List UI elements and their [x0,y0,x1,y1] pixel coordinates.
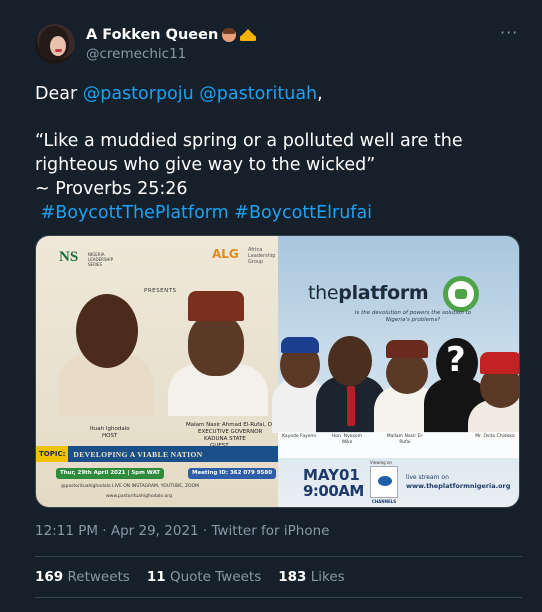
retweets-count: 169 [35,569,64,585]
speaker-3-name: Mallam Nasir El-Rufai [386,434,424,445]
quote-line-2: righteous who give way to the wicked” [35,155,376,175]
retweets-label: Retweets [67,569,130,585]
event-date: MAY01 [303,466,360,484]
ns-logo-subtitle: NIGERIA LEADERSHIP SERIES [88,252,114,267]
author-handle[interactable]: @cremechic11 [86,46,186,62]
tweet-timestamp[interactable]: 12:11 PM · Apr 29, 2021 · Twitter for iP… [35,523,329,539]
avatar-face [50,36,66,56]
guest-name: Malam Nasir Ahmad El-Rufai, OFR [186,422,279,428]
stream-url: www.theplatformnigeria.org [406,482,511,490]
alg-logo-subtitle: Africa Leadership Group [248,247,276,265]
quotes-count: 11 [146,569,166,585]
speaker-1-name: Kayode Fayemi [281,434,317,439]
speaker-1-cap [281,337,319,353]
brand-platform: platform [338,282,429,304]
guest-role-1: EXECUTIVE GOVERNOR [198,429,263,435]
quote-tweets-stat[interactable]: 11 Quote Tweets [147,569,261,585]
alg-logo: ALG [212,247,239,261]
hashtag-boycott-the-platform[interactable]: #BoycottThePlatform [41,203,229,223]
topic-tag: TOPIC: [36,446,69,462]
greeting-text: Dear [35,84,83,104]
channels-label: CHANNELS [371,499,397,504]
speaker-2-name: Hon. Nyesom Wike [331,434,363,445]
poster-nls-event[interactable]: NS NIGERIA LEADERSHIP SERIES ALG Africa … [36,236,279,507]
meeting-id-pill: Meeting ID: 362 079 9580 [188,468,277,479]
woman-emoji-icon [222,28,237,42]
channels-logo-icon [370,466,398,498]
guest-photo-head [188,314,244,376]
tweet-media[interactable]: NS NIGERIA LEADERSHIP SERIES ALG Africa … [35,235,520,508]
poster-website: www.pastorituahighodalo.org [106,494,172,499]
author-display-name-row[interactable]: A Fokken Queen [86,27,257,43]
stream-label: live stream on [406,474,449,481]
viewing-on-label: Viewing on [370,460,392,465]
quote-line-1: “Like a muddied spring or a polluted wel… [35,131,463,151]
event-time: 9:00AM [303,482,364,500]
the-platform-brand: theplatform [308,282,429,304]
presents-label: PRESENTS [144,288,177,294]
speaker-5-name: Mr. Osita Chidoka [475,434,515,439]
platform-logo-icon [443,276,479,312]
social-handles: @pastorituahighodalo LIVE ON INSTAGRAM, … [61,484,200,489]
tweet-text: Dear @pastorpoju @pastorituah, “Like a m… [35,82,515,225]
hashtag-line: #BoycottThePlatform #BoycottElrufai [35,201,515,225]
speaker-3-cap [386,340,428,358]
likes-label: Likes [310,569,345,585]
more-options-icon[interactable]: ··· [500,25,518,41]
crown-emoji-icon [240,29,257,41]
speaker-2-tie [347,386,355,426]
likes-stat[interactable]: 183 Likes [278,569,344,585]
quote-reference: ~ Proverbs 25:26 [35,179,188,199]
speaker-5-cap [480,352,519,374]
author-display-name[interactable]: A Fokken Queen [86,27,218,43]
likes-count: 183 [278,569,307,585]
mention-pastorpoju[interactable]: @pastorpoju [83,84,194,104]
host-caption: Ituah Ighodalo HOST [90,426,130,440]
hashtag-boycott-elrufai[interactable]: #BoycottElrufai [234,203,372,223]
mention-pastorituah[interactable]: @pastorituah [199,84,317,104]
brand-the: the [308,282,339,304]
ns-logo: NS [59,249,79,265]
platform-subtitle: Is the devolution of powers the solution… [354,310,472,323]
topic-banner: TOPIC: DEVELOPING A VIABLE NATION [36,446,279,462]
divider [35,556,522,557]
event-date-pill: Thur, 29th April 2021 | 5pm WAT [56,468,165,479]
quotes-label: Quote Tweets [169,569,262,585]
poster-the-platform[interactable]: theplatform Is the devolution of powers … [272,236,519,507]
mystery-speaker-question-mark: ? [446,340,466,380]
topic-title: DEVELOPING A VIABLE NATION [73,449,203,459]
guest-role-2: KADUNA STATE [204,436,246,442]
host-name: Ituah Ighodalo [90,426,130,432]
host-photo-head [76,294,138,368]
avatar[interactable] [35,24,75,64]
speaker-2-head [328,336,372,386]
tweet-line-greeting: Dear @pastorpoju @pastorituah, [35,82,515,106]
greeting-end: , [317,84,323,104]
host-role: HOST [102,433,118,439]
tweet-stats: 169 Retweets 11 Quote Tweets 183 Likes [35,569,345,585]
divider [35,597,522,598]
retweets-stat[interactable]: 169 Retweets [35,569,130,585]
avatar-lips [55,49,62,52]
guest-photo-cap [188,291,244,321]
speaker-3-head [386,352,428,394]
